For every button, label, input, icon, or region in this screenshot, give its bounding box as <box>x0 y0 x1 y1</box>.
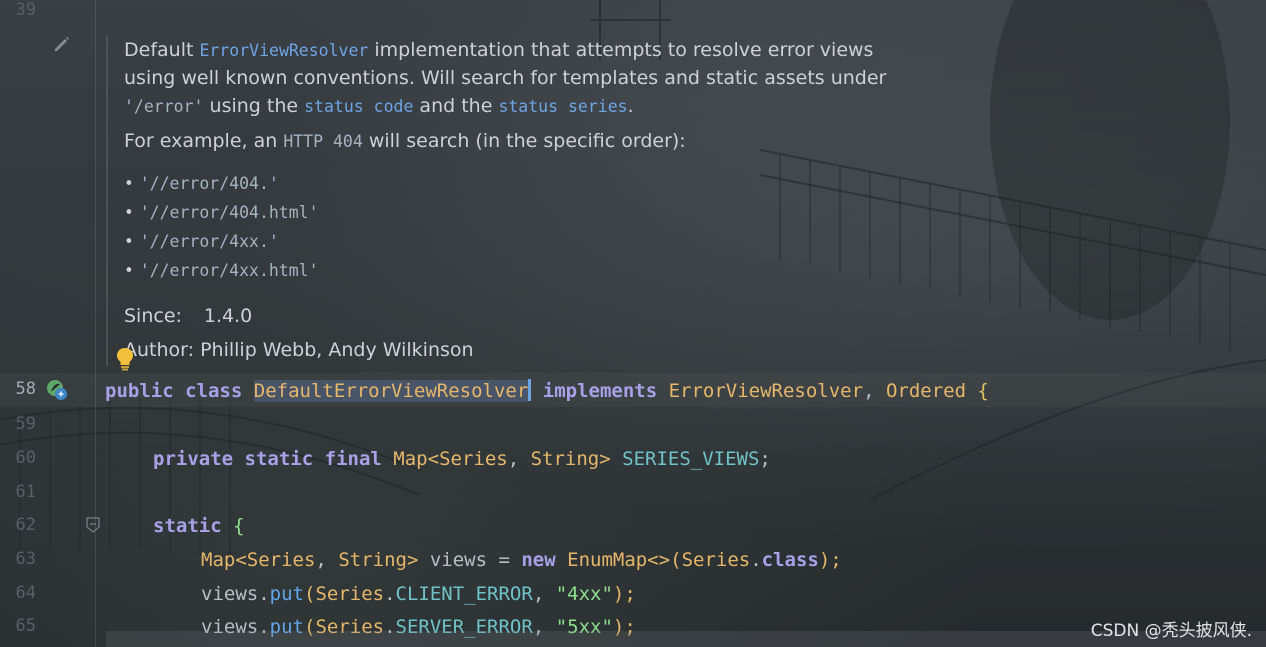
doc-inline-code: HTTP 404 <box>283 132 363 151</box>
doc-since-label: Since: <box>124 305 182 327</box>
line-number: 60 <box>15 448 36 468</box>
doc-paragraph-line: '/error' using the status code and the s… <box>124 95 634 117</box>
keyword: private <box>153 448 234 470</box>
variable-assignment: views = <box>418 549 522 571</box>
punctuation: . <box>384 583 396 605</box>
line-number: 65 <box>15 616 36 636</box>
brace: { <box>977 380 989 402</box>
punctuation: > <box>406 549 419 571</box>
doc-list-item-text: '//error/404.' <box>139 174 279 193</box>
pencil-icon[interactable] <box>52 34 72 54</box>
line-number: 62 <box>15 515 36 535</box>
punctuation: > <box>599 448 611 470</box>
type-name[interactable]: Ordered <box>886 380 966 402</box>
doc-since-value: 1.4.0 <box>203 305 253 327</box>
punctuation: , <box>532 583 556 605</box>
doc-paragraph-line: For example, an HTTP 404 will search (in… <box>124 130 686 152</box>
doc-paragraph-line: Default ErrorViewResolver implementation… <box>124 39 873 61</box>
code-editor[interactable]: 39 58 59 60 61 62 63 64 65 Default Error… <box>0 0 1266 647</box>
line-number: 63 <box>15 549 36 569</box>
doc-list-item: • '//error/4xx.html' <box>124 261 319 280</box>
keyword: class <box>185 380 243 402</box>
type-name[interactable]: Series <box>682 549 751 571</box>
type-name[interactable]: Map <box>201 549 235 571</box>
doc-link-status-code[interactable]: status code <box>304 97 413 116</box>
line-number: 39 <box>15 0 36 20</box>
punctuation: < <box>427 448 440 470</box>
variable-name[interactable]: views <box>201 583 258 605</box>
keyword: public <box>105 380 174 402</box>
doc-paragraph-line: using well known conventions. Will searc… <box>124 67 887 89</box>
doc-text: and the <box>413 95 499 117</box>
keyword: static <box>244 448 314 470</box>
type-name[interactable]: String <box>338 549 407 571</box>
doc-author: Author: Phillip Webb, Andy Wilkinson <box>124 339 474 361</box>
type-name[interactable]: Series <box>315 583 384 605</box>
punctuation: ; <box>759 448 771 470</box>
line-number: 59 <box>15 414 36 434</box>
punctuation: , <box>863 380 875 402</box>
fold-marker-icon[interactable] <box>86 517 100 533</box>
doc-list-item-text: '//error/4xx.html' <box>139 261 319 280</box>
watermark: CSDN @秃头披风侠. <box>1090 621 1252 641</box>
field-name[interactable]: CLIENT_ERROR <box>396 583 533 605</box>
doc-link-errorviewresolver[interactable]: ErrorViewResolver <box>199 41 368 60</box>
code-line-64[interactable]: views.put(Series.CLIENT_ERROR, "4xx"); <box>201 583 636 605</box>
type-name[interactable]: String <box>531 448 600 470</box>
doc-list-item-text: '//error/4xx.' <box>139 232 279 251</box>
type-name[interactable]: Series <box>247 549 316 571</box>
doc-list-item-text: '//error/404.html' <box>139 203 319 222</box>
punctuation: , <box>315 549 339 571</box>
doc-text: . <box>627 95 634 117</box>
punctuation: <> <box>647 549 671 571</box>
line-number: 61 <box>15 482 36 502</box>
doc-link-status-series[interactable]: status series <box>498 97 627 116</box>
lightbulb-icon[interactable] <box>116 347 134 371</box>
code-line-62[interactable]: static { <box>153 515 245 537</box>
text-caret <box>528 379 532 401</box>
code-line-58[interactable]: public class DefaultErrorViewResolver im… <box>105 379 989 402</box>
punctuation: ( <box>303 583 316 605</box>
punctuation: < <box>235 549 247 571</box>
punctuation: . <box>750 549 762 571</box>
keyword: new <box>521 549 556 571</box>
doc-list-item: • '//error/404.' <box>124 174 279 193</box>
keyword: class <box>761 549 819 571</box>
string-literal: "4xx" <box>555 583 613 605</box>
punctuation: , <box>507 448 531 470</box>
type-name[interactable]: Map <box>393 448 427 470</box>
type-name[interactable]: ErrorViewResolver <box>669 380 863 402</box>
type-name[interactable]: EnumMap <box>567 549 647 571</box>
punctuation: . <box>258 583 270 605</box>
keyword: final <box>324 448 382 470</box>
punctuation: ( <box>670 549 682 571</box>
class-name-selected[interactable]: DefaultErrorViewResolver <box>253 380 529 402</box>
line-number: 58 <box>15 379 36 399</box>
punctuation: ); <box>612 583 636 605</box>
doc-comment-bar <box>106 36 108 366</box>
doc-text: For example, an <box>124 130 284 152</box>
spring-bean-icon[interactable] <box>45 378 69 402</box>
line-number: 64 <box>15 583 36 603</box>
doc-list-item: • '//error/404.html' <box>124 203 319 222</box>
method-name[interactable]: put <box>270 583 304 605</box>
type-name[interactable]: Series <box>439 448 508 470</box>
doc-text: using the <box>203 95 305 117</box>
doc-inline-code: '/error' <box>124 97 204 116</box>
doc-text: Default <box>124 39 200 61</box>
brace: { <box>233 515 245 537</box>
doc-text: will search (in the specific order): <box>362 130 686 152</box>
gutter-separator <box>95 0 96 647</box>
doc-since: Since: 1.4.0 <box>124 305 252 327</box>
doc-list-item: • '//error/4xx.' <box>124 232 279 251</box>
code-line-60[interactable]: private static final Map<Series, String>… <box>153 448 771 470</box>
punctuation: ); <box>818 549 842 571</box>
keyword: static <box>153 515 222 537</box>
field-name[interactable]: SERIES_VIEWS <box>622 448 759 470</box>
keyword: implements <box>542 380 658 402</box>
doc-text: implementation that attempts to resolve … <box>368 39 874 61</box>
code-line-63[interactable]: Map<Series, String> views = new EnumMap<… <box>201 549 842 571</box>
